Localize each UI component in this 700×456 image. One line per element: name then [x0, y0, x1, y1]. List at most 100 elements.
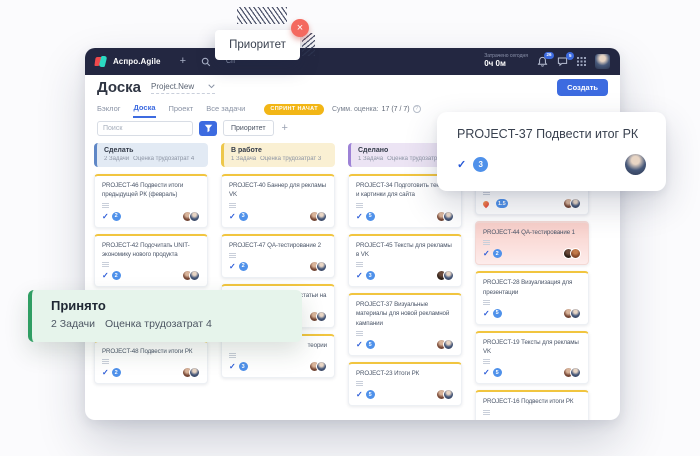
tab-board[interactable]: Доска [133, 103, 155, 118]
avatar [625, 154, 646, 175]
app-logo-icon [95, 56, 106, 67]
card-title: PROJECT-37 Подвести итог РК [457, 127, 646, 141]
card-title: PROJECT-47 QA-тестирование 2 [229, 241, 327, 250]
description-icon [483, 240, 490, 241]
messages-icon[interactable]: 5 [557, 56, 568, 67]
check-icon: ✓ [457, 158, 466, 171]
avatar [316, 211, 327, 222]
estimate-badge: 3 [473, 157, 488, 172]
time-tracker[interactable]: Затрачено сегодня 0ч 0м [484, 54, 528, 68]
description-icon [356, 262, 363, 263]
page-title: Доска [97, 79, 141, 96]
kanban-card-overdue[interactable]: PROJECT-44 QA-тестирование 1 ✓2 [475, 221, 589, 265]
description-icon [483, 359, 490, 360]
tooltip-label: Приоритет [229, 39, 286, 51]
kanban-card[interactable]: PROJECT-40 Баннер для рекламы VK ✓3 [221, 174, 335, 228]
kanban-card[interactable]: PROJECT-47 QA-тестирование 2 ✓2 [221, 234, 335, 278]
card-title: PROJECT-19 Тексты для рекламы VK [483, 338, 581, 357]
accepted-status-panel: Принято 2 ЗадачиОценка трудозатрат 4 [28, 290, 302, 342]
estimate-badge: 2 [493, 249, 502, 258]
check-icon: ✓ [356, 271, 363, 280]
description-icon [483, 410, 490, 411]
accepted-title: Принято [51, 298, 302, 313]
estimate-badge: 5 [493, 368, 502, 377]
check-icon: ✓ [229, 362, 236, 371]
add-filter-button[interactable]: + [280, 123, 290, 134]
user-avatar[interactable] [595, 54, 610, 69]
accepted-meta: 2 ЗадачиОценка трудозатрат 4 [51, 318, 302, 330]
description-icon [102, 203, 109, 204]
column-header[interactable]: Сделать 2 ЗадачиОценка трудозатрат 4 [94, 143, 208, 167]
check-icon: ✓ [483, 249, 490, 258]
add-icon[interactable]: + [180, 56, 186, 67]
messages-badge: 5 [566, 52, 574, 60]
tab-all-tasks[interactable]: Все задачи [206, 104, 245, 117]
fire-icon [482, 199, 490, 207]
description-icon [483, 300, 490, 301]
estimate-badge: 2 [112, 271, 121, 280]
avatar [189, 211, 200, 222]
filter-button[interactable] [199, 121, 217, 136]
tab-backlog[interactable]: Бэклог [97, 104, 120, 117]
card-title: PROJECT-40 Баннер для рекламы VK [229, 181, 327, 200]
kanban-card[interactable]: PROJECT-37 Визуальные материалы для ново… [348, 293, 462, 356]
kanban-card[interactable]: PROJECT-42 Подсчитать UNIT-экономику нов… [94, 234, 208, 288]
priority-tooltip: Приоритет × [215, 30, 300, 60]
avatar [316, 261, 327, 272]
avatar [189, 367, 200, 378]
create-button[interactable]: Создать [557, 79, 608, 96]
board-selector[interactable]: Project.New [151, 82, 215, 94]
check-icon: ✓ [229, 262, 236, 271]
estimate-badge: 3 [366, 271, 375, 280]
tab-project[interactable]: Проект [169, 104, 194, 117]
check-icon: ✓ [483, 368, 490, 377]
description-icon [356, 381, 363, 382]
card-title: PROJECT-45 Тексты для рекламы в VK [356, 241, 454, 260]
card-title: PROJECT-48 Подвести итоги РК [102, 347, 200, 356]
notifications-bell-icon[interactable]: 26 [537, 56, 548, 68]
search-icon[interactable] [201, 57, 211, 67]
kanban-card[interactable]: PROJECT-48 Подвести итоги РК ✓2 [94, 340, 208, 384]
sprint-status-badge: СПРИНТ НАЧАТ [264, 104, 324, 115]
estimate-badge: 3 [239, 362, 248, 371]
avatar [316, 311, 327, 322]
check-icon: ✓ [229, 212, 236, 221]
avatar [443, 270, 454, 281]
description-icon [229, 203, 236, 204]
avatar [316, 361, 327, 372]
kanban-card[interactable]: PROJECT-46 Подвести итоги предыдущей РК … [94, 174, 208, 228]
estimate-badge: 2 [239, 262, 248, 271]
check-icon: ✓ [483, 309, 490, 318]
avatar [189, 270, 200, 281]
check-icon: ✓ [356, 390, 363, 399]
avatar [570, 198, 581, 209]
kanban-card[interactable]: PROJECT-28 Визуализация для презентации … [475, 271, 589, 325]
search-input[interactable] [97, 121, 193, 136]
kanban-card[interactable]: PROJECT-16 Подвести итоги РК [475, 390, 589, 420]
estimate-badge: 1.5 [496, 199, 508, 208]
column-header[interactable]: В работе 1 ЗадачаОценка трудозатрат 3 [221, 143, 335, 167]
card-title: PROJECT-16 Подвести итоги РК [483, 397, 581, 406]
close-icon[interactable]: × [291, 19, 309, 37]
floating-task-card[interactable]: PROJECT-37 Подвести итог РК ✓ 3 [437, 112, 666, 191]
funnel-icon [204, 124, 213, 133]
bell-badge: 26 [544, 52, 554, 60]
kanban-card[interactable]: PROJECT-23 Итоги РК ✓5 [348, 362, 462, 406]
card-title: PROJECT-28 Визуализация для презентации [483, 278, 581, 297]
kanban-card[interactable]: PROJECT-45 Тексты для рекламы в VK ✓3 [348, 234, 462, 288]
app-window: Аспро.Agile + Сп Затрачено сегодня 0ч 0м… [85, 48, 620, 420]
estimate-badge: 5 [493, 309, 502, 318]
card-title: PROJECT-23 Итоги РК [356, 369, 454, 378]
check-icon: ✓ [356, 340, 363, 349]
kanban-card[interactable]: PROJECT-19 Тексты для рекламы VK ✓5 [475, 331, 589, 385]
apps-grid-icon[interactable] [577, 53, 586, 71]
decorative-hatch [237, 7, 287, 24]
description-icon [229, 353, 236, 354]
priority-filter-chip[interactable]: Приоритет [223, 120, 274, 136]
column-todo: Сделать 2 ЗадачиОценка трудозатрат 4 PRO… [94, 143, 208, 420]
check-icon: ✓ [102, 212, 109, 221]
column-in-progress: В работе 1 ЗадачаОценка трудозатрат 3 PR… [221, 143, 335, 420]
card-title: PROJECT-44 QA-тестирование 1 [483, 228, 581, 237]
description-icon [102, 359, 109, 360]
help-icon[interactable]: ? [413, 105, 421, 113]
